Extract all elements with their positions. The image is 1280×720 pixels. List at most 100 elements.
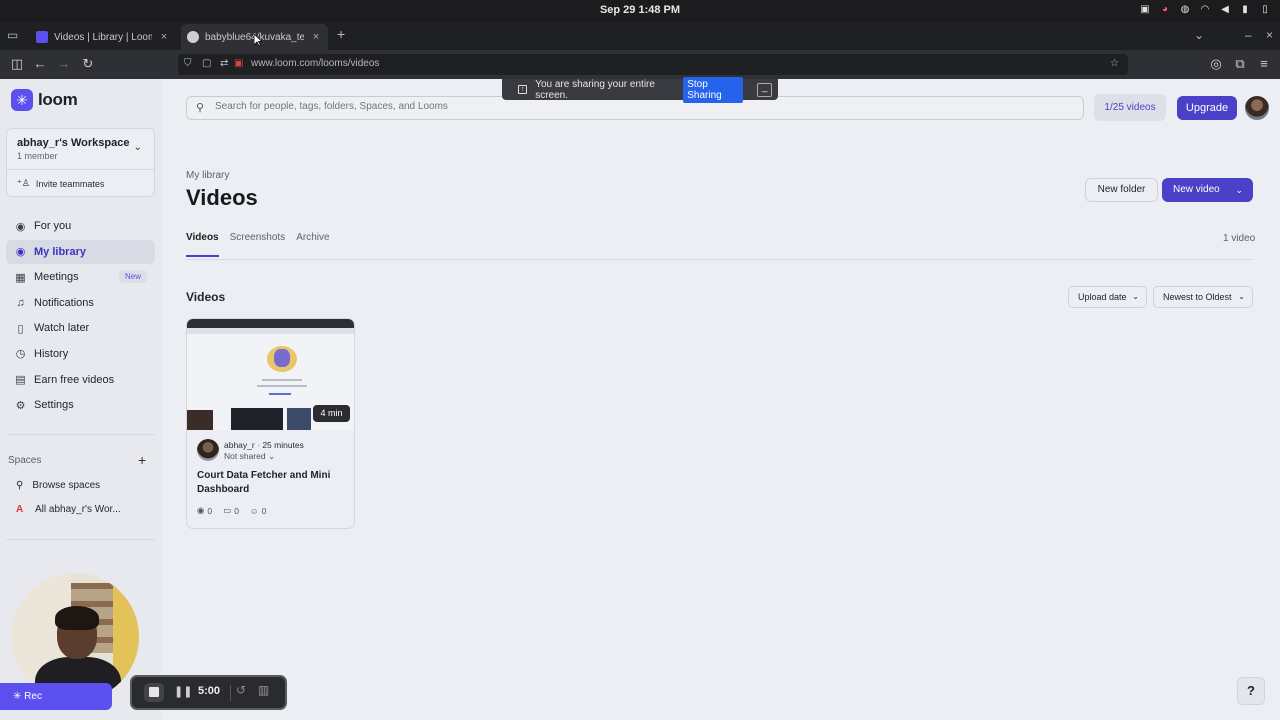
loom-favicon: [36, 31, 48, 43]
views-stat: ◉ 0: [197, 505, 212, 516]
bookmark-icon: ▯: [17, 322, 24, 335]
video-quota[interactable]: 1/25 videos: [1094, 94, 1166, 121]
reload-icon[interactable]: ↻: [80, 56, 96, 72]
workspace-members: 1 member: [17, 151, 58, 161]
close-window-icon[interactable]: ×: [1266, 28, 1273, 42]
new-tab-button[interactable]: +: [337, 26, 345, 42]
recording-icon[interactable]: ◕: [1160, 3, 1170, 17]
browse-spaces-link[interactable]: ⚲ Browse spaces: [16, 480, 100, 491]
extensions-icon[interactable]: ⧉: [1232, 56, 1248, 72]
address-bar[interactable]: ⛉ ▢ ⇄ ▣ www.loom.com/looms/videos ☆: [178, 54, 1128, 75]
tab-title: Videos | Library | Loom: [54, 31, 152, 43]
breadcrumb[interactable]: My library: [186, 170, 229, 181]
avatar[interactable]: [1245, 96, 1269, 120]
video-meta: abhay_r · 25 minutes: [224, 440, 304, 450]
recording-controls: ❚❚ 5:00 ↺ ▥: [130, 675, 287, 710]
divider: [6, 539, 155, 540]
sidebar-item-history[interactable]: ◷ History: [6, 342, 155, 366]
clock-icon: ◷: [15, 348, 26, 361]
search-input[interactable]: [215, 101, 1065, 112]
invite-teammates-button[interactable]: ⁺♙ Invite teammates: [17, 178, 104, 189]
sharing-status[interactable]: Not shared ⌄: [224, 451, 275, 462]
recording-timer: 5:00: [198, 685, 221, 697]
camera-bubble[interactable]: [11, 573, 139, 701]
thumbnail-frame: [274, 349, 290, 367]
help-button[interactable]: ?: [1237, 677, 1265, 705]
workspace-space-link[interactable]: A All abhay_r's Wor...: [16, 504, 121, 515]
loom-logo-icon: ✳: [11, 89, 33, 111]
volume-icon[interactable]: ◀: [1220, 3, 1230, 17]
wifi-icon[interactable]: ◠: [1200, 3, 1210, 17]
record-label: Rec: [24, 691, 42, 702]
shield-icon[interactable]: ⛉: [184, 58, 192, 69]
divider: [7, 169, 154, 170]
video-thumbnail[interactable]: 4 min: [187, 319, 354, 430]
tab-list-icon[interactable]: ⌄: [1194, 28, 1204, 42]
thumbnail-frame: [287, 408, 311, 430]
workspace-switcher[interactable]: abhay_r's Workspace 1 member ⌄ ⁺♙ Invite…: [6, 128, 155, 197]
share-banner-text: You are sharing your entire screen.: [535, 78, 655, 101]
close-icon[interactable]: ×: [310, 31, 322, 43]
forward-icon[interactable]: →: [56, 56, 72, 72]
bookmark-star-icon[interactable]: ☆: [1110, 58, 1119, 69]
mic-icon[interactable]: ▮: [1240, 3, 1250, 17]
add-space-button[interactable]: +: [138, 452, 146, 468]
comments-count: 0: [234, 505, 239, 516]
network-icon[interactable]: ◍: [1180, 3, 1190, 17]
menu-icon[interactable]: ≡: [1256, 56, 1272, 72]
avatar[interactable]: [197, 439, 219, 461]
back-icon[interactable]: ←: [32, 56, 48, 72]
lock-icon[interactable]: ▢: [202, 58, 211, 69]
screenshare-icon[interactable]: ▣: [1140, 3, 1150, 17]
sidebar-item-earn-free-videos[interactable]: ▤ Earn free videos: [6, 368, 155, 392]
new-folder-button[interactable]: New folder: [1085, 178, 1158, 202]
sidebar-item-notifications[interactable]: ♫ Notifications: [6, 291, 155, 315]
record-button[interactable]: ✳ Rec: [0, 683, 112, 710]
stop-recording-button[interactable]: [144, 683, 164, 702]
sort-field-dropdown[interactable]: Upload date ⌄: [1068, 286, 1147, 308]
loom-logo[interactable]: ✳ loom: [11, 89, 78, 111]
new-video-label: New video: [1173, 184, 1220, 195]
os-clock[interactable]: Sep 29 1:48 PM: [0, 4, 1280, 16]
sidebar-toggle-icon[interactable]: ◫: [9, 56, 25, 72]
mouse-cursor-icon: [254, 34, 262, 47]
user-circle-icon: ◉: [15, 220, 26, 233]
hide-banner-button[interactable]: _: [757, 82, 772, 97]
share-screen-icon: ↑: [518, 85, 528, 94]
space-label: Browse spaces: [32, 480, 101, 491]
restart-icon[interactable]: ↺: [236, 683, 246, 697]
upgrade-button[interactable]: Upgrade: [1177, 96, 1237, 120]
stop-sharing-button[interactable]: Stop Sharing: [683, 76, 744, 103]
new-badge: New: [118, 270, 147, 284]
screen-share-indicator-icon[interactable]: ▣: [234, 58, 243, 69]
sort-order-dropdown[interactable]: Newest to Oldest ⌄: [1153, 286, 1253, 308]
logo-text: loom: [38, 90, 78, 109]
video-card[interactable]: 4 min abhay_r · 25 minutes Not shared ⌄ …: [186, 318, 355, 529]
trash-icon[interactable]: ▥: [258, 683, 269, 697]
tab-archive[interactable]: Archive: [296, 232, 329, 257]
sidebar-item-for-you[interactable]: ◉ For you: [6, 214, 155, 238]
sidebar-item-meetings[interactable]: ▦ Meetings New: [6, 265, 155, 289]
close-icon[interactable]: ×: [158, 31, 170, 43]
pause-icon[interactable]: ❚❚: [174, 684, 192, 700]
minimize-icon[interactable]: –: [1245, 28, 1252, 42]
sidebar-item-label: For you: [34, 220, 72, 232]
url-text[interactable]: www.loom.com/looms/videos: [251, 58, 379, 69]
sidebar-item-settings[interactable]: ⚙ Settings: [6, 393, 155, 417]
chevron-down-icon[interactable]: ⌄: [134, 142, 142, 153]
sidebar-item-my-library[interactable]: ◉ My library: [6, 239, 155, 264]
separator: ·: [257, 440, 260, 450]
add-user-icon: ⁺♙: [17, 178, 30, 188]
battery-icon[interactable]: ▯: [1260, 3, 1270, 17]
sidebar-item-label: Watch later: [34, 322, 90, 335]
sidebar-item-watch-later[interactable]: ▯ Watch later: [6, 316, 155, 340]
author-name[interactable]: abhay_r: [224, 440, 255, 450]
new-video-button[interactable]: New video ⌄: [1162, 178, 1253, 202]
tab-overview-icon[interactable]: ▭: [7, 28, 18, 42]
permissions-icon[interactable]: ⇄: [220, 58, 228, 69]
tab-screenshots[interactable]: Screenshots: [230, 232, 286, 257]
video-title[interactable]: Court Data Fetcher and Mini Dashboard: [197, 469, 347, 497]
account-icon[interactable]: ◎: [1208, 56, 1224, 72]
tab-videos[interactable]: Videos: [186, 232, 219, 257]
tab-loom[interactable]: Videos | Library | Loom ×: [30, 24, 176, 50]
